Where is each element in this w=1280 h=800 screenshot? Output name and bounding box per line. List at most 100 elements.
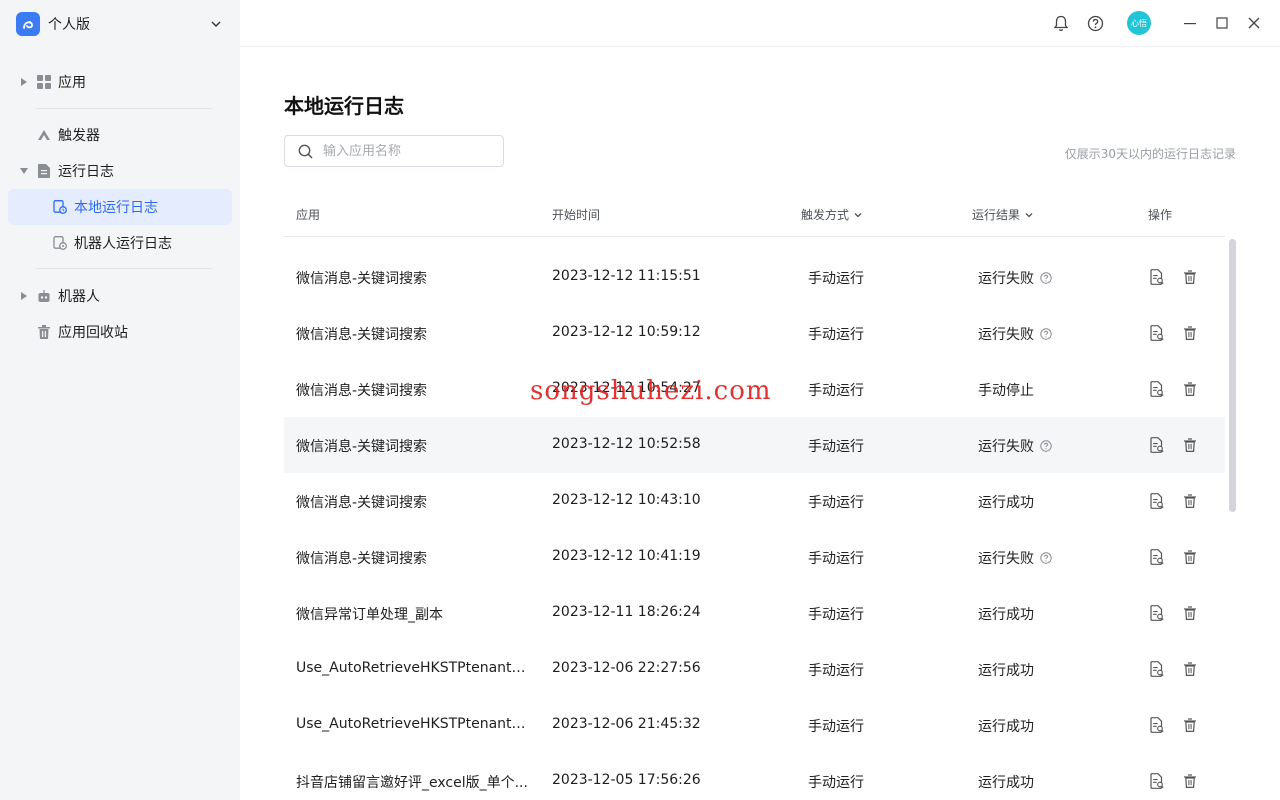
column-header-app: 应用 bbox=[296, 208, 321, 222]
sidebar-item-local-logs[interactable]: 本地运行日志 bbox=[8, 189, 232, 225]
sidebar-item-label: 应用 bbox=[58, 75, 86, 91]
caret-down-icon[interactable] bbox=[20, 166, 28, 176]
workspace-name: 个人版 bbox=[48, 17, 90, 33]
delete-icon[interactable] bbox=[1182, 436, 1198, 454]
delete-icon[interactable] bbox=[1182, 492, 1198, 510]
delete-icon[interactable] bbox=[1182, 660, 1198, 678]
column-header-trigger[interactable]: 触发方式 bbox=[801, 206, 863, 223]
row-app-name: 微信异常订单处理_副本 bbox=[296, 607, 443, 623]
maximize-icon[interactable] bbox=[1212, 13, 1232, 33]
top-bar: 心悟 bbox=[240, 0, 1280, 47]
table-row[interactable]: 微信消息-关键词搜索 2023-12-12 11:15:51 手动运行 运行失败 bbox=[284, 249, 1225, 305]
log-detail-icon[interactable] bbox=[1149, 492, 1165, 510]
row-result-text: 手动停止 bbox=[978, 383, 1034, 399]
row-result-text: 运行失败 bbox=[978, 439, 1034, 455]
retention-hint: 仅展示30天以内的运行日志记录 bbox=[1064, 147, 1236, 161]
row-app-name: 微信消息-关键词搜索 bbox=[296, 383, 428, 399]
table-row[interactable]: 微信消息-关键词搜索 2023-12-12 10:52:58 手动运行 运行失败 bbox=[284, 417, 1225, 473]
log-detail-icon[interactable] bbox=[1149, 604, 1165, 622]
bell-icon[interactable] bbox=[1051, 13, 1071, 33]
row-app-name: 微信消息-关键词搜索 bbox=[296, 551, 428, 567]
sidebar-item-robot-logs[interactable]: 机器人运行日志 bbox=[8, 225, 232, 261]
column-header-result[interactable]: 运行结果 bbox=[972, 206, 1034, 223]
sidebar: 个人版 应用 触发器 运行日志 本地运行日志 机器人运行日志 机器人 应用回收站 bbox=[0, 0, 240, 800]
local-log-icon bbox=[52, 199, 68, 215]
table-row[interactable]: Use_AutoRetrieveHKSTPtenants_... 2023-12-… bbox=[284, 641, 1225, 697]
delete-icon[interactable] bbox=[1182, 380, 1198, 398]
row-trigger-type: 手动运行 bbox=[808, 271, 864, 287]
row-start-time: 2023-12-12 10:59:12 bbox=[552, 324, 701, 340]
minimize-icon[interactable] bbox=[1180, 13, 1200, 33]
row-trigger-type: 手动运行 bbox=[808, 495, 864, 511]
delete-icon[interactable] bbox=[1182, 268, 1198, 286]
log-detail-icon[interactable] bbox=[1149, 660, 1165, 678]
row-result: 运行成功 bbox=[978, 492, 1034, 512]
document-icon bbox=[36, 163, 52, 179]
row-start-time: 2023-12-12 11:15:51 bbox=[552, 268, 701, 284]
table-row[interactable]: Use_AutoRetrieveHKSTPtenants_... 2023-12-… bbox=[284, 697, 1225, 753]
row-result: 运行成功 bbox=[978, 716, 1034, 736]
row-result-text: 运行失败 bbox=[978, 327, 1034, 343]
column-header-actions: 操作 bbox=[1148, 208, 1173, 222]
grid-icon bbox=[36, 74, 52, 90]
log-detail-icon[interactable] bbox=[1149, 268, 1165, 286]
table-row[interactable]: 微信异常订单处理_副本 2023-12-11 18:26:24 手动运行 运行成功 bbox=[284, 585, 1225, 641]
workspace-switcher[interactable]: 个人版 bbox=[16, 12, 224, 36]
caret-right-icon[interactable] bbox=[20, 77, 28, 87]
row-start-time: 2023-12-12 10:43:10 bbox=[552, 492, 701, 508]
delete-icon[interactable] bbox=[1182, 716, 1198, 734]
row-result-text: 运行成功 bbox=[978, 775, 1034, 791]
watermark: songshuhezi.com bbox=[530, 376, 772, 406]
row-result-text: 运行成功 bbox=[978, 719, 1034, 735]
log-detail-icon[interactable] bbox=[1149, 772, 1165, 790]
log-detail-icon[interactable] bbox=[1149, 548, 1165, 566]
question-icon[interactable] bbox=[1040, 552, 1052, 564]
row-start-time: 2023-12-12 10:52:58 bbox=[552, 436, 701, 452]
question-icon[interactable] bbox=[1040, 440, 1052, 452]
delete-icon[interactable] bbox=[1182, 772, 1198, 790]
sidebar-item-label: 机器人运行日志 bbox=[74, 236, 172, 252]
question-icon[interactable] bbox=[1040, 328, 1052, 340]
table-row[interactable]: 微信消息-关键词搜索 2023-12-12 10:43:10 手动运行 运行成功 bbox=[284, 473, 1225, 529]
sidebar-item-triggers[interactable]: 触发器 bbox=[8, 117, 232, 153]
row-result-text: 运行成功 bbox=[978, 607, 1034, 623]
avatar[interactable]: 心悟 bbox=[1127, 11, 1151, 35]
search-box[interactable] bbox=[284, 135, 504, 167]
row-result-text: 运行失败 bbox=[978, 551, 1034, 567]
sidebar-item-robots[interactable]: 机器人 bbox=[8, 278, 232, 314]
help-icon[interactable] bbox=[1085, 13, 1105, 33]
table-row[interactable]: 微信消息-关键词搜索 2023-12-12 10:41:19 手动运行 运行失败 bbox=[284, 529, 1225, 585]
log-detail-icon[interactable] bbox=[1149, 324, 1165, 342]
chevron-down-icon bbox=[208, 16, 224, 32]
row-trigger-type: 手动运行 bbox=[808, 383, 864, 399]
sidebar-item-label: 运行日志 bbox=[58, 164, 114, 180]
row-app-name: Use_AutoRetrieveHKSTPtenants_... bbox=[296, 660, 532, 676]
trash-icon bbox=[36, 324, 52, 340]
log-detail-icon[interactable] bbox=[1149, 380, 1165, 398]
row-trigger-type: 手动运行 bbox=[808, 439, 864, 455]
table-row[interactable]: 抖音店铺留言邀好评_excel版_单个... 2023-12-05 17:56:2… bbox=[284, 753, 1225, 800]
close-icon[interactable] bbox=[1244, 13, 1264, 33]
table-header: 应用 开始时间 触发方式 运行结果 操作 bbox=[284, 192, 1225, 237]
trigger-icon bbox=[36, 127, 52, 143]
table-row[interactable]: 微信消息-关键词搜索 2023-12-12 10:59:12 手动运行 运行失败 bbox=[284, 305, 1225, 361]
log-detail-icon[interactable] bbox=[1149, 716, 1165, 734]
row-result: 运行失败 bbox=[978, 324, 1052, 344]
question-icon[interactable] bbox=[1040, 272, 1052, 284]
row-trigger-type: 手动运行 bbox=[808, 719, 864, 735]
scrollbar[interactable] bbox=[1229, 239, 1236, 512]
row-start-time: 2023-12-06 21:45:32 bbox=[552, 716, 701, 732]
search-input[interactable] bbox=[323, 143, 493, 159]
row-result: 运行成功 bbox=[978, 604, 1034, 624]
delete-icon[interactable] bbox=[1182, 548, 1198, 566]
sidebar-item-recycle-bin[interactable]: 应用回收站 bbox=[8, 314, 232, 350]
row-trigger-type: 手动运行 bbox=[808, 327, 864, 343]
sidebar-item-run-logs[interactable]: 运行日志 bbox=[8, 153, 232, 189]
row-app-name: 微信消息-关键词搜索 bbox=[296, 271, 428, 287]
delete-icon[interactable] bbox=[1182, 324, 1198, 342]
delete-icon[interactable] bbox=[1182, 604, 1198, 622]
log-detail-icon[interactable] bbox=[1149, 436, 1165, 454]
caret-right-icon[interactable] bbox=[20, 291, 28, 301]
search-icon bbox=[297, 143, 313, 159]
sidebar-item-apps[interactable]: 应用 bbox=[8, 64, 232, 100]
